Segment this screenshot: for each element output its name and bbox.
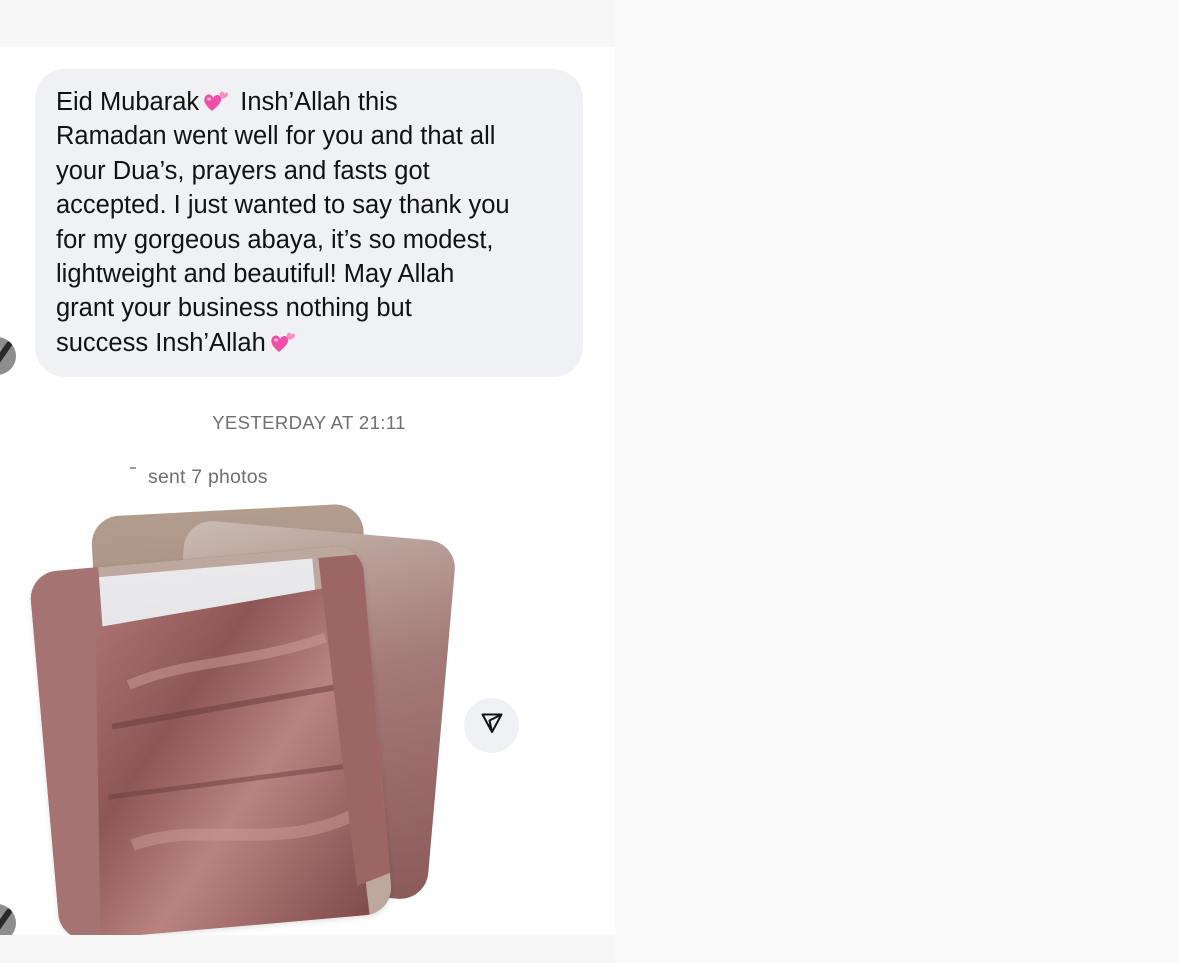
two-hearts-icon (270, 330, 296, 354)
send-icon (480, 711, 504, 740)
bottom-bar (0, 935, 615, 963)
message-bubble[interactable]: Eid Mubarak Insh’Allah this Ramadan went… (35, 69, 583, 377)
share-button[interactable] (464, 698, 519, 753)
message-line-3: your Dua’s, prayers and fasts got (56, 156, 430, 185)
two-hearts-icon (203, 89, 229, 113)
photos-sent-notice: sent 7 photos (130, 466, 268, 489)
message-timestamp: YESTERDAY AT 21:11 (212, 412, 406, 433)
photo-stack[interactable] (28, 503, 458, 942)
message-line-6: lightweight and beautiful! May Allah (56, 260, 455, 289)
message-line-8: success Insh’Allah (56, 328, 266, 357)
chat-panel: Eid Mubarak Insh’Allah this Ramadan went… (0, 0, 615, 963)
empty-panel (615, 0, 1179, 963)
message-line-2: Ramadan went well for you and that all (56, 122, 496, 151)
sender-name-redacted (130, 467, 136, 469)
message-line-7: grant your business nothing but (56, 294, 412, 323)
message-line-1-end: Insh’Allah this (240, 88, 398, 116)
top-bar (0, 0, 615, 47)
photos-sent-label: sent 7 photos (148, 466, 268, 488)
message-line-5: for my gorgeous abaya, it’s so modest, (56, 225, 494, 254)
message-line-4: accepted. I just wanted to say thank you (56, 191, 510, 220)
message-text: Eid Mubarak Insh’Allah this Ramadan went… (56, 85, 563, 360)
sender-avatar[interactable] (0, 337, 16, 375)
message-line-1-start: Eid Mubarak (56, 88, 200, 116)
stacked-photo-front[interactable] (28, 544, 394, 942)
